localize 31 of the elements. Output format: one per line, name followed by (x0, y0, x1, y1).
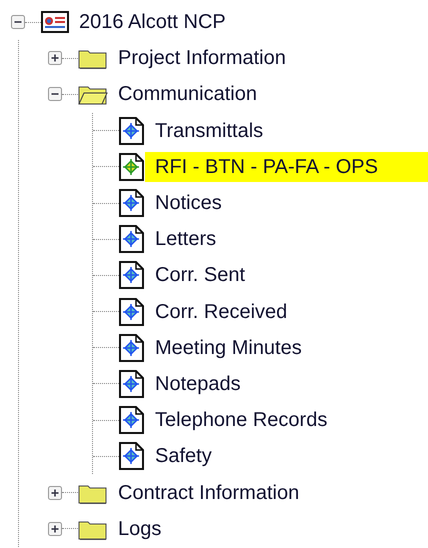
tree-item[interactable]: Corr. Sent (151, 260, 250, 290)
document-icon (119, 442, 145, 470)
document-icon (119, 406, 145, 434)
tree-item[interactable]: Corr. Received (151, 296, 292, 327)
collapse-icon[interactable] (11, 15, 25, 30)
document-icon (119, 116, 145, 145)
document-icon (119, 152, 145, 181)
document-icon (119, 370, 145, 398)
tree-item[interactable]: Contract Information (114, 478, 304, 508)
expand-icon[interactable] (48, 522, 62, 536)
tree-item[interactable]: Letters (151, 224, 220, 254)
tree-item[interactable]: Transmittals (151, 116, 268, 146)
expand-icon[interactable] (48, 51, 62, 66)
document-icon (119, 261, 145, 290)
tree-item[interactable]: Safety (151, 441, 216, 472)
project-card-icon (41, 11, 69, 34)
tree-item[interactable]: Project Information (114, 43, 290, 74)
document-icon (119, 298, 145, 326)
collapse-icon[interactable] (48, 87, 62, 102)
tree-item[interactable]: Logs (114, 514, 166, 544)
tree-item[interactable]: RFI - BTN - PA-FA - OPS (145, 152, 428, 182)
tree-item[interactable]: 2016 Alcott NCP (75, 7, 230, 38)
expand-icon[interactable] (48, 486, 62, 500)
document-icon (119, 189, 145, 218)
tree-item[interactable]: Telephone Records (151, 405, 332, 436)
tree-item[interactable]: Communication (114, 79, 261, 110)
tree-item[interactable]: Notepads (151, 368, 245, 399)
tree-item[interactable]: Meeting Minutes (151, 332, 306, 363)
tree-item[interactable]: Notices (151, 188, 226, 218)
document-icon (119, 225, 145, 254)
document-icon (119, 334, 145, 362)
